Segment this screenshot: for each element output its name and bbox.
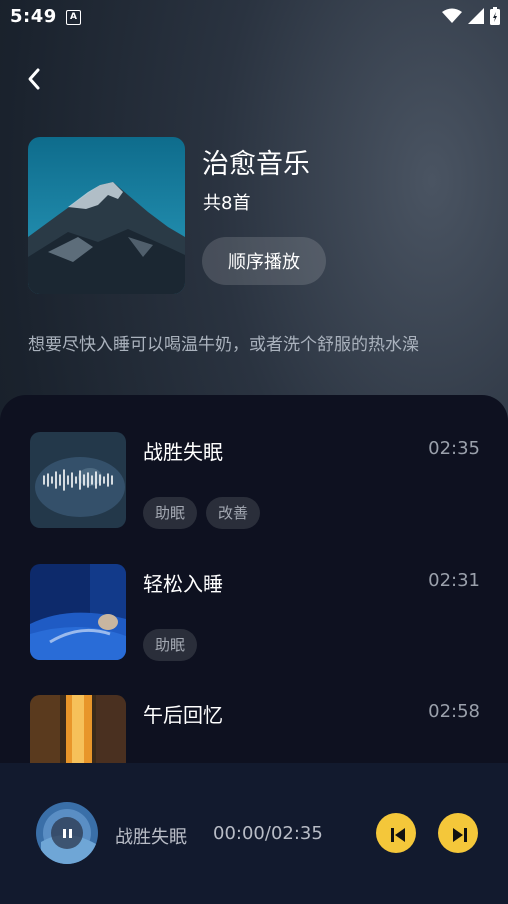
- track-tags: 助眠 改善: [143, 497, 261, 529]
- system-icons: [442, 7, 500, 25]
- track-title: 午后回忆: [143, 703, 223, 727]
- chevron-left-icon: [28, 68, 40, 90]
- now-playing-cover[interactable]: [36, 802, 98, 864]
- track-duration: 02:35: [428, 438, 480, 459]
- track-count: 共8首: [203, 193, 251, 214]
- next-button[interactable]: [438, 813, 478, 853]
- skip-previous-icon: [391, 828, 405, 842]
- back-button[interactable]: [22, 66, 48, 92]
- pause-icon[interactable]: [51, 817, 83, 849]
- signal-icon: [468, 8, 484, 24]
- track-title: 轻松入睡: [143, 572, 223, 596]
- tag-chip[interactable]: 助眠: [143, 497, 198, 529]
- album-title: 治愈音乐: [202, 149, 310, 180]
- mini-player: 战胜失眠 00:00/02:35: [0, 763, 508, 904]
- album-cover: [28, 137, 185, 294]
- status-bar: 5:49 A: [0, 0, 508, 34]
- album-description: 想要尽快入睡可以喝温牛奶，或者洗个舒服的热水澡: [28, 335, 419, 355]
- tag-chip[interactable]: 助眠: [143, 629, 198, 661]
- track-tags: 助眠: [143, 629, 198, 661]
- previous-button[interactable]: [376, 813, 416, 853]
- track-item[interactable]: 战胜失眠 02:35 助眠 改善: [0, 432, 508, 532]
- now-playing-time: 00:00/02:35: [213, 823, 323, 844]
- play-order-button[interactable]: 顺序播放: [202, 237, 326, 285]
- now-playing-title: 战胜失眠: [115, 827, 187, 848]
- track-duration: 02:31: [428, 570, 480, 591]
- track-item[interactable]: 轻松入睡 02:31 助眠: [0, 564, 508, 664]
- track-duration: 02:58: [428, 701, 480, 722]
- track-thumbnail: [30, 564, 126, 660]
- notification-a-icon: A: [66, 10, 81, 25]
- wifi-icon: [442, 8, 462, 23]
- track-thumbnail: [30, 432, 126, 528]
- battery-icon: [490, 7, 500, 25]
- track-title: 战胜失眠: [143, 440, 223, 464]
- skip-next-icon: [453, 828, 467, 842]
- tag-chip[interactable]: 改善: [206, 497, 261, 529]
- status-time: 5:49: [10, 6, 57, 27]
